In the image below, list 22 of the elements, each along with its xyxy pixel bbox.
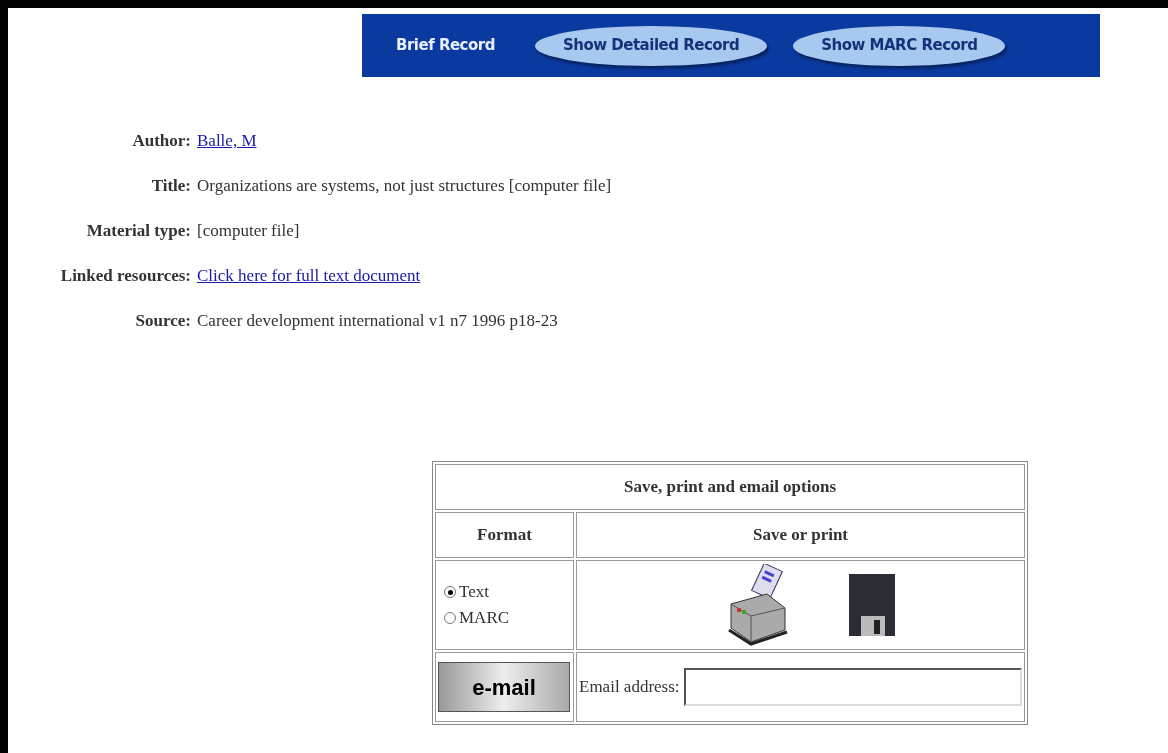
email-button[interactable]: e-mail — [438, 662, 570, 712]
current-tab[interactable]: Brief Record — [382, 27, 509, 64]
field-label: Source: — [134, 310, 192, 332]
table-title: Save, print and email options — [435, 464, 1025, 510]
field-label: Linked resources: — [59, 265, 192, 287]
table-header: Save or print — [576, 512, 1025, 558]
nav-button[interactable]: Show MARC Record — [793, 25, 1006, 66]
field-value: Organizations are systems, not just structures [computer file] — [197, 175, 612, 197]
format-radio[interactable]: MARC — [444, 605, 565, 631]
record-link[interactable]: Click here for full text document — [197, 264, 421, 288]
field-value: [computer file] — [197, 220, 300, 242]
format-radio[interactable]: Text — [444, 579, 565, 605]
field-label: Author: — [131, 130, 192, 152]
field-label: Email address: — [579, 676, 680, 699]
printer-icon[interactable] — [726, 564, 789, 646]
record-link[interactable]: Balle, M — [197, 129, 257, 153]
table-header: Format — [435, 512, 574, 558]
field-label: Title: — [150, 175, 192, 197]
field-label: Material type: — [85, 220, 192, 242]
field-value: Career development international v1 n7 1996 p18-23 — [197, 310, 558, 332]
nav-button[interactable]: Show Detailed Record — [534, 25, 768, 66]
email-field[interactable] — [683, 668, 1022, 706]
